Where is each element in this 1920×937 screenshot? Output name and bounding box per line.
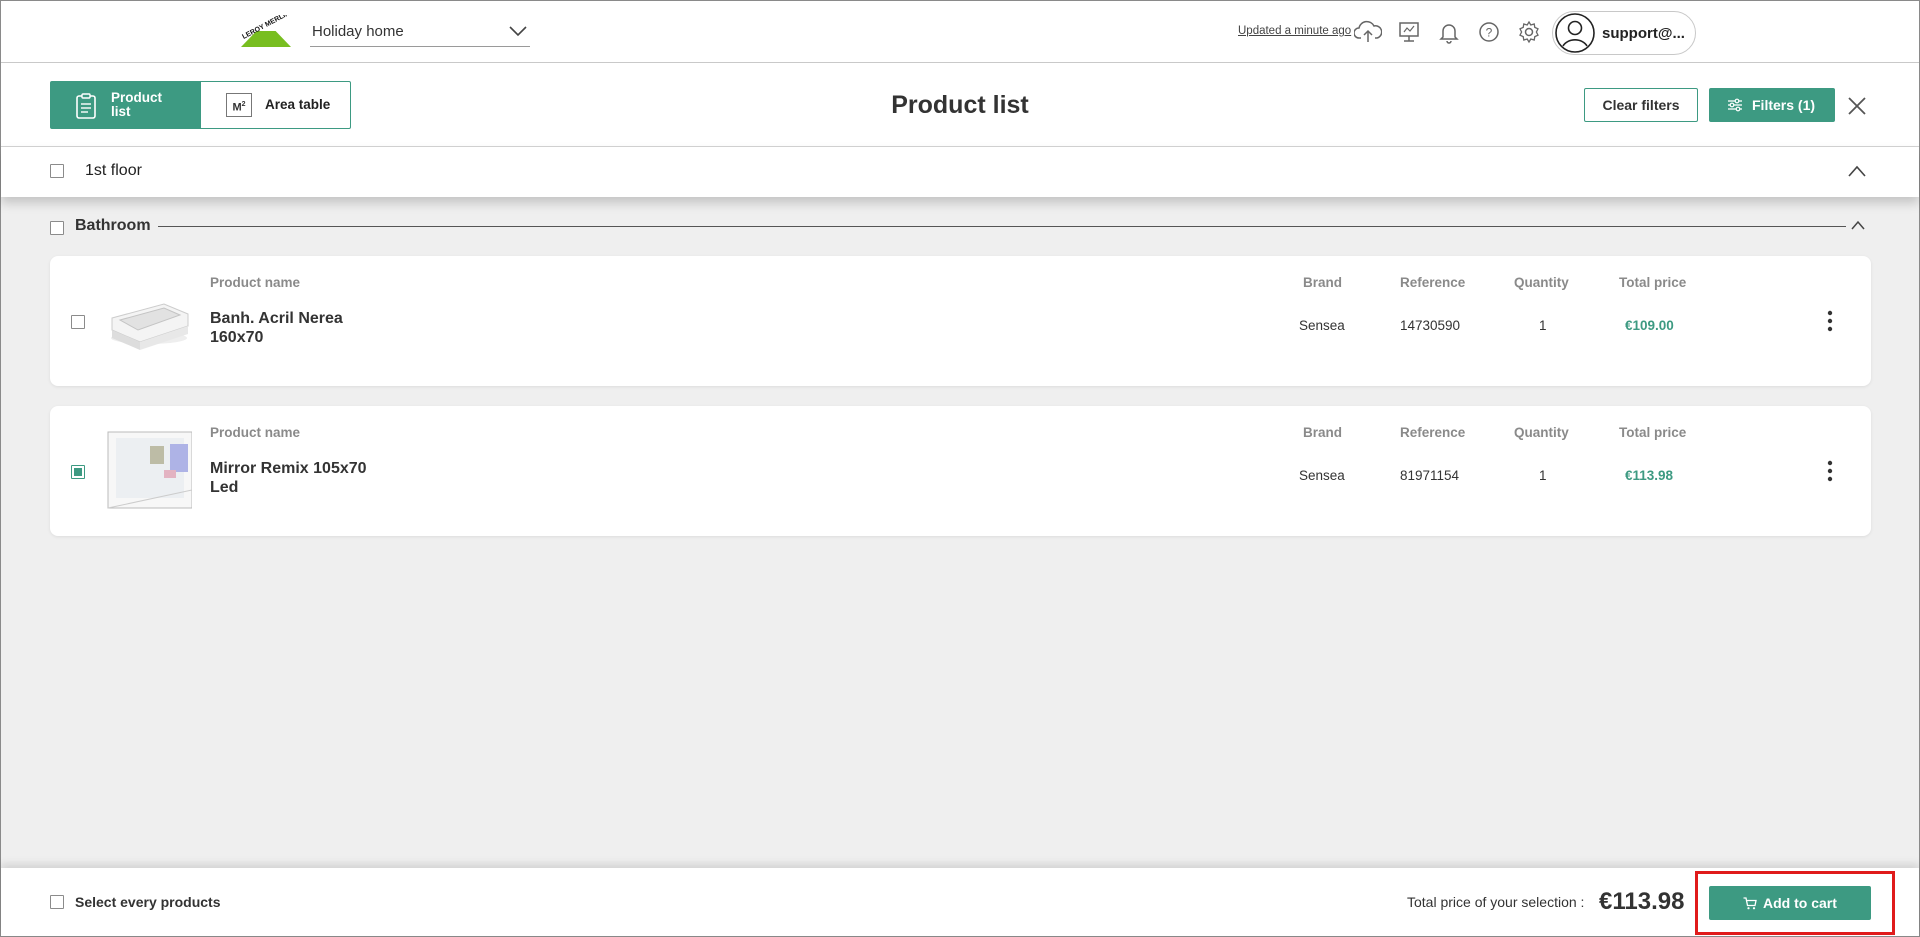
room-label: Bathroom (75, 217, 151, 234)
bell-icon[interactable] (1435, 18, 1463, 46)
total-price-label: Total price of your selection : (1407, 894, 1585, 910)
svg-text:?: ? (1486, 26, 1493, 40)
user-name: support@... (1602, 25, 1685, 42)
selection-footer: Select every products Total price of you… (1, 868, 1919, 936)
desktop-presentation-icon[interactable] (1395, 18, 1423, 46)
more-options-icon[interactable] (1823, 459, 1837, 483)
help-icon[interactable]: ? (1475, 18, 1503, 46)
product-card: Product name Banh. Acril Nerea 160x70 Br… (50, 256, 1871, 386)
product-total-price: €113.98 (1625, 468, 1674, 483)
column-header-reference: Reference (1400, 425, 1466, 440)
tab-product-list-label: Product list (111, 90, 163, 119)
select-all-label: Select every products (75, 894, 221, 910)
floor-section-header: 1st floor (1, 147, 1919, 197)
product-brand: Sensea (1299, 318, 1345, 333)
floor-checkbox[interactable] (50, 164, 64, 178)
tab-area-table-label: Area table (265, 97, 331, 112)
close-icon[interactable] (1846, 95, 1868, 117)
user-menu[interactable]: support@... (1552, 11, 1696, 55)
add-to-cart-button[interactable]: Add to cart (1709, 886, 1871, 920)
mirror-product-image (106, 430, 192, 510)
floor-label: 1st floor (85, 162, 142, 179)
chevron-down-icon (509, 26, 527, 37)
column-header-brand: Brand (1303, 425, 1343, 440)
settings-gear-icon[interactable] (1515, 18, 1543, 46)
shopping-cart-icon (1743, 897, 1757, 910)
column-header-reference: Reference (1400, 275, 1466, 290)
square-meter-icon: M2 (226, 93, 252, 117)
chevron-up-icon[interactable] (1847, 164, 1867, 178)
user-avatar-icon (1555, 13, 1595, 53)
tab-product-list[interactable]: Product list (50, 81, 201, 129)
column-header-total-price: Total price (1619, 425, 1687, 440)
filters-button-label: Filters (1) (1752, 97, 1816, 113)
tab-area-table[interactable]: M2 Area table (200, 81, 351, 129)
product-quantity: 1 (1539, 318, 1547, 333)
cloud-upload-icon[interactable] (1354, 18, 1382, 46)
product-reference: 14730590 (1400, 318, 1461, 333)
column-header-quantity: Quantity (1514, 275, 1569, 290)
column-header-total-price: Total price (1619, 275, 1687, 290)
bathtub-product-image (106, 280, 192, 360)
filters-button[interactable]: Filters (1) (1709, 88, 1835, 122)
room-divider (158, 226, 1846, 227)
chevron-up-icon[interactable] (1850, 219, 1866, 231)
product-brand: Sensea (1299, 468, 1345, 483)
column-header-product-name: Product name (210, 275, 301, 290)
sliders-icon (1728, 98, 1742, 112)
clipboard-list-icon (76, 93, 96, 119)
project-dropdown[interactable]: Holiday home (310, 17, 530, 47)
product-checkbox[interactable] (71, 315, 85, 329)
leroy-merlin-logo: LEROY MERLIN (241, 15, 291, 47)
product-checkbox[interactable] (71, 465, 85, 479)
product-quantity: 1 (1539, 468, 1547, 483)
clear-filters-button[interactable]: Clear filters (1584, 88, 1698, 122)
updated-status-link[interactable]: Updated a minute ago (1238, 25, 1351, 37)
column-header-product-name: Product name (210, 425, 301, 440)
room-checkbox[interactable] (50, 221, 64, 235)
add-to-cart-label: Add to cart (1763, 895, 1837, 911)
project-name: Holiday home (312, 23, 404, 40)
product-name: Banh. Acril Nerea 160x70 (210, 310, 343, 346)
column-header-brand: Brand (1303, 275, 1343, 290)
product-total-price: €109.00 (1625, 318, 1674, 333)
select-all-checkbox[interactable] (50, 895, 64, 909)
column-header-quantity: Quantity (1514, 425, 1569, 440)
product-reference: 81971154 (1400, 468, 1460, 483)
product-card: Product name Mirror Remix 105x70 Led Bra… (50, 406, 1871, 536)
product-name: Mirror Remix 105x70 Led (210, 460, 367, 496)
top-bar: LEROY MERLIN Holiday home Updated a minu… (1, 1, 1919, 63)
more-options-icon[interactable] (1823, 309, 1837, 333)
page-header: Product list M2 Area table Product list … (1, 63, 1919, 147)
total-price-value: €113.98 (1599, 888, 1685, 915)
